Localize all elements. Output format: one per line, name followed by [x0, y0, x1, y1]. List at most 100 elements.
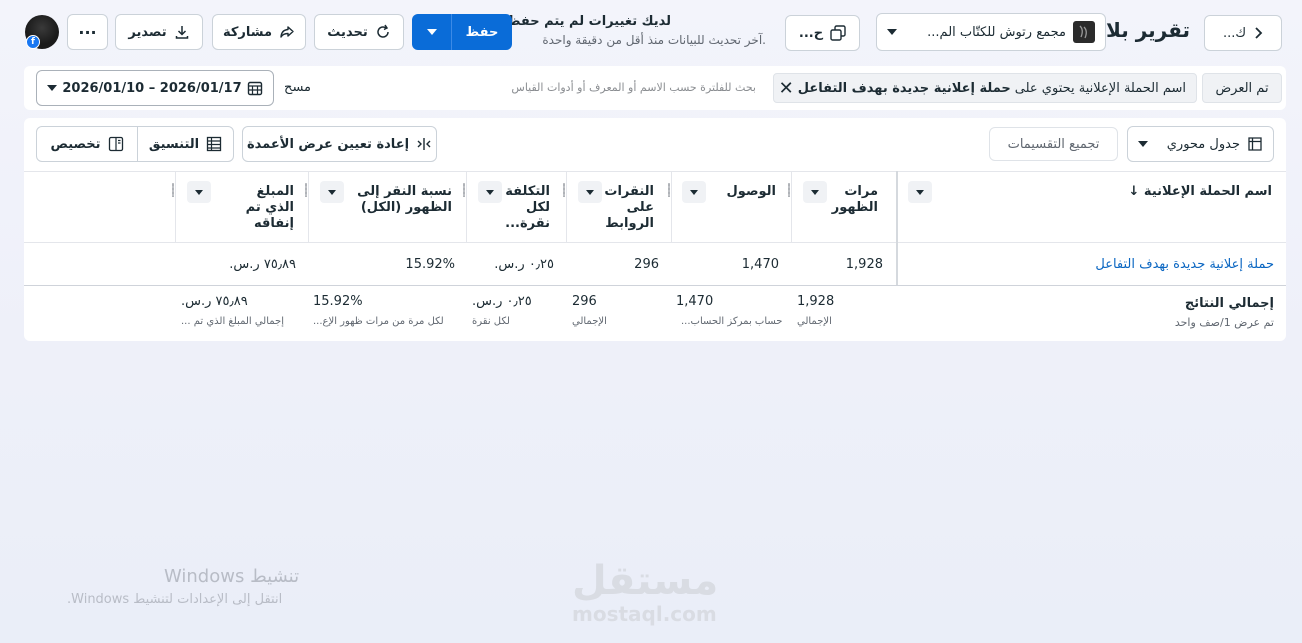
column-divider	[791, 171, 792, 242]
column-width-icon	[416, 136, 432, 152]
totals-link-clicks-sub: الإجمالي	[572, 316, 607, 327]
filter-prefix: اسم الحملة الإعلانية يحتوي على	[1014, 80, 1186, 96]
save-split-button: حفظ	[412, 14, 512, 50]
totals-amount-spent-sub: إجمالي المبلغ الذي تم ...	[181, 316, 285, 327]
view-filter-chip[interactable]: تم العرض	[1202, 73, 1282, 103]
reset-columns-label: إعادة تعيين عرض الأعمدة	[246, 136, 410, 152]
column-header-amount-spent[interactable]: المبلغ الذي تم إنفاقه	[224, 184, 294, 232]
more-options-button[interactable]: ···	[67, 14, 108, 50]
link-clicks-cell: 296	[634, 257, 659, 272]
chevron-down-icon	[887, 29, 897, 35]
copy-icon	[830, 25, 846, 41]
column-header-cpc[interactable]: التكلفة لكل نقرة...	[504, 184, 550, 232]
campaign-name-link[interactable]: حملة إعلانية جديدة بهدف التفاعل	[1095, 257, 1274, 272]
more-icon: ···	[78, 22, 97, 42]
column-menu-button[interactable]	[187, 181, 211, 203]
refresh-icon	[375, 24, 391, 40]
column-menu-button[interactable]	[682, 181, 706, 203]
column-divider	[175, 171, 176, 242]
drag-handle-icon[interactable]	[563, 183, 565, 197]
totals-amount-spent: ٧٥٫٨٩ ر.س.	[181, 294, 248, 309]
chevron-down-icon	[1138, 141, 1148, 147]
column-menu-button[interactable]	[803, 181, 827, 203]
customize-label: تخصيص	[50, 136, 101, 152]
amount-spent-cell: ٧٥٫٨٩ ر.س.	[229, 257, 296, 272]
facebook-icon: f	[26, 35, 40, 49]
chevron-down-icon	[811, 189, 819, 195]
totals-reach: 1,470	[676, 294, 714, 309]
account-selector[interactable]: مجمع رتوش للكتّاب الم...	[876, 13, 1106, 51]
pivot-table-selector[interactable]: جدول محوري	[1127, 126, 1274, 162]
date-range-picker[interactable]: 2026/01/10 – 2026/01/17	[36, 70, 274, 106]
share-button[interactable]: مشاركة	[212, 14, 306, 50]
last-updated-text: آخر تحديث للبيانات منذ أقل من دقيقة واحد…	[542, 33, 766, 47]
back-button[interactable]: ك...	[1204, 15, 1282, 51]
compare-button[interactable]: ح...	[785, 15, 860, 51]
column-divider	[566, 171, 567, 242]
drag-handle-icon[interactable]	[668, 183, 670, 197]
column-header-reach[interactable]: الوصول	[706, 184, 776, 200]
filter-value: حملة إعلانية جديدة بهدف التفاعل	[797, 80, 1011, 96]
totals-ctr: 15.92%	[313, 294, 363, 309]
column-menu-button[interactable]	[578, 181, 602, 203]
date-range-value: 2026/01/10 – 2026/01/17	[62, 80, 242, 96]
account-name: مجمع رتوش للكتّاب الم...	[927, 24, 1066, 40]
totals-cpc: ٠٫٢٥ ر.س.	[472, 294, 532, 309]
table-format-icon	[206, 136, 222, 152]
group-breakdowns-button[interactable]: تجميع التقسيمات	[989, 127, 1118, 161]
unsaved-changes-title: لديك تغييرات لم يتم حفظها	[494, 14, 671, 29]
totals-impressions: 1,928	[797, 294, 835, 309]
save-options-button[interactable]	[412, 14, 452, 50]
chevron-down-icon	[486, 189, 494, 195]
ctr-cell: 15.92%	[405, 257, 455, 272]
impressions-cell: 1,928	[845, 257, 883, 272]
reset-column-width-button[interactable]: إعادة تعيين عرض الأعمدة	[242, 126, 437, 162]
share-label: مشاركة	[222, 24, 273, 40]
mostaql-watermark-logo: مستقل	[572, 558, 719, 604]
column-header-campaign-name[interactable]: اسم الحملة الإعلانية ↓	[1042, 184, 1272, 200]
drag-handle-icon[interactable]	[172, 183, 174, 197]
chevron-down-icon	[328, 189, 336, 195]
table-divider	[24, 285, 1286, 286]
drag-handle-icon[interactable]	[788, 183, 790, 197]
pivot-label: جدول محوري	[1166, 136, 1240, 152]
account-logo-icon	[1073, 21, 1095, 43]
clear-filters-button[interactable]: مسح	[284, 80, 311, 95]
column-menu-button[interactable]	[320, 181, 344, 203]
campaign-name-filter-chip[interactable]: اسم الحملة الإعلانية يحتوي على حملة إعلا…	[773, 73, 1197, 103]
chevron-down-icon	[916, 189, 924, 195]
refresh-button[interactable]: تحديث	[314, 14, 404, 50]
report-title[interactable]: تقرير بلا	[1106, 18, 1190, 46]
column-header-ctr[interactable]: نسبة النقر إلى الظهور (الكل)	[352, 184, 452, 216]
chevron-down-icon	[426, 29, 437, 35]
save-button[interactable]: حفظ	[452, 14, 512, 50]
format-button[interactable]: التنسيق	[137, 126, 234, 162]
column-divider	[896, 171, 898, 285]
column-divider	[466, 171, 467, 242]
search-input[interactable]: بحث للفلترة حسب الاسم أو المعرف أو أدوات…	[511, 81, 756, 94]
drag-handle-icon[interactable]	[305, 183, 307, 197]
totals-subtitle: تم عرض 1/صف واحد	[1174, 316, 1274, 329]
totals-cpc-sub: لكل نقرة	[472, 316, 510, 327]
customize-button[interactable]: تخصيص	[36, 126, 138, 162]
cpc-cell: ٠٫٢٥ ر.س.	[494, 257, 554, 272]
column-header-impressions[interactable]: مرات الظهور	[818, 184, 878, 216]
export-label: تصدير	[128, 24, 167, 40]
column-menu-button[interactable]	[908, 181, 932, 203]
column-menu-button[interactable]	[478, 181, 502, 203]
chevron-down-icon	[586, 189, 594, 195]
chevron-down-icon	[195, 189, 203, 195]
column-header-link-clicks[interactable]: النقرات على الروابط	[604, 184, 654, 232]
close-icon[interactable]: ✕	[779, 78, 794, 99]
column-divider	[671, 171, 672, 242]
refresh-label: تحديث	[327, 24, 368, 40]
chevron-right-icon	[1253, 26, 1263, 40]
windows-activation-title: تنشيط Windows	[164, 566, 300, 587]
back-label: ك...	[1222, 25, 1247, 41]
export-button[interactable]: تصدير	[115, 14, 203, 50]
pivot-icon	[1247, 136, 1263, 152]
chevron-down-icon	[47, 85, 57, 91]
column-divider	[308, 171, 309, 242]
totals-reach-sub: حساب بمركز الحساب...	[681, 316, 783, 327]
drag-handle-icon[interactable]	[463, 183, 465, 197]
